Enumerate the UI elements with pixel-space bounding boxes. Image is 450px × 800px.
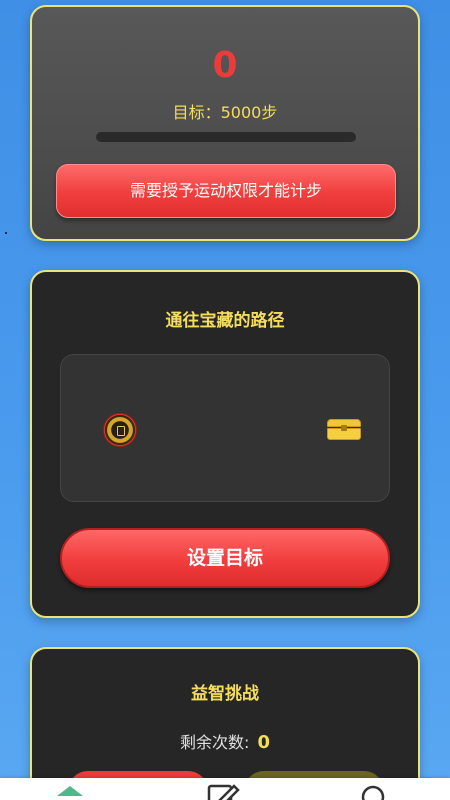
path-track	[60, 354, 390, 502]
grant-permission-button[interactable]: 需要授予运动权限才能计步	[56, 164, 396, 218]
decorative-dot	[5, 232, 7, 234]
home-icon[interactable]	[55, 786, 85, 800]
edit-icon[interactable]	[206, 782, 240, 800]
search-icon[interactable]	[358, 782, 390, 800]
remaining-value: 0	[257, 732, 270, 753]
path-title: 通往宝藏的路径	[165, 311, 285, 331]
bottom-nav	[0, 778, 450, 800]
treasure-path-card: 通往宝藏的路径 设置目标	[30, 270, 420, 618]
treasure-chest-icon	[327, 419, 361, 441]
remaining-attempts: 剩余次数: 0	[32, 729, 418, 753]
current-steps: 0	[212, 45, 238, 86]
challenge-title: 益智挑战	[191, 684, 259, 704]
steps-card: 0 目标：5000步 需要授予运动权限才能计步	[30, 5, 420, 241]
coin-icon	[103, 413, 137, 447]
steps-progress-bar	[96, 132, 356, 142]
step-goal: 目标：5000步	[172, 103, 278, 122]
set-goal-button[interactable]: 设置目标	[60, 528, 390, 588]
remaining-label: 剩余次数:	[180, 733, 250, 752]
